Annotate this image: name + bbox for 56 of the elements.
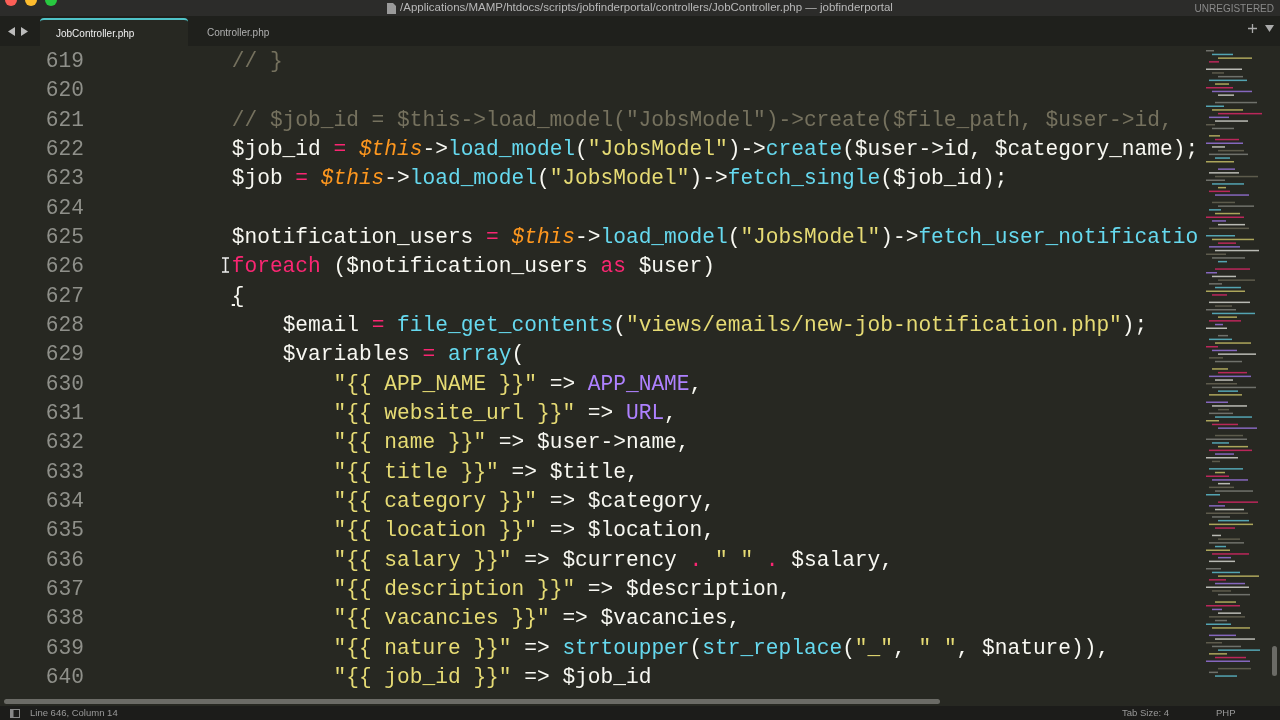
- line-number: 626: [44, 256, 84, 278]
- dropdown-arrow-icon[interactable]: [1265, 25, 1274, 32]
- code-line: "{{ website_url }}" => URL,: [333, 403, 677, 425]
- line-number: 637: [44, 578, 84, 601]
- line-number: 631: [44, 403, 84, 425]
- code-line: "{{ name }}" => $user->name,: [333, 432, 690, 454]
- back-arrow-icon[interactable]: [8, 26, 15, 36]
- line-number: 623: [44, 168, 84, 190]
- line-number: 629: [44, 344, 84, 366]
- code-line: "{{ title }}" => $title,: [333, 461, 639, 483]
- code-line: "{{ vacancies }}" => $vacancies,: [333, 608, 741, 630]
- code-line: "{{ APP_NAME }}" => APP_NAME,: [333, 373, 703, 395]
- text-cursor-icon: [221, 257, 230, 273]
- line-number: 632: [44, 432, 84, 454]
- line-number: 622: [44, 139, 84, 161]
- code-line: "{{ salary }}" => $currency . " " . $salary,: [333, 549, 893, 571]
- code-line: $job_id = $this->load_model("JobsModel")->create($user->id, $category_name);: [231, 139, 1199, 161]
- line-number: 628: [44, 315, 84, 337]
- code-line: // }: [231, 51, 283, 73]
- line-number: 636: [44, 549, 84, 571]
- code-line: $variables = array(: [282, 344, 525, 366]
- panel-icon[interactable]: [10, 708, 20, 718]
- code-line: $job = $this->load_model("JobsModel")->fetch_single($job_id);: [231, 168, 1008, 190]
- line-number: 624: [44, 197, 84, 219]
- line-number: 620: [44, 80, 84, 102]
- unregistered-label: UNREGISTERED: [1194, 2, 1274, 16]
- code-line: foreach ($notification_users as $user): [231, 256, 715, 278]
- code-line: // $job_id = $this->load_model("JobsModel")->create($file_path, $user->id,: [231, 109, 1173, 131]
- plus-icon[interactable]: [1248, 24, 1257, 33]
- window-title: /Applications/MAMP/htdocs/scripts/jobfinderportal/controllers/JobController.php — jobfinderportal: [400, 0, 893, 16]
- code-line: $notification_users = $this->load_model("JobsModel")->fetch_user_notificatio: [231, 227, 1199, 249]
- document-icon: [387, 2, 397, 14]
- line-number: 640: [44, 666, 84, 689]
- line-number: 627: [44, 285, 84, 307]
- line-number: 634: [44, 491, 84, 513]
- code-line: $email = file_get_contents("views/emails/new-job-notification.php");: [282, 315, 1148, 337]
- syntax-label[interactable]: PHP: [1216, 705, 1236, 720]
- line-number: 639: [44, 637, 84, 659]
- line-number: 633: [44, 461, 84, 483]
- line-number: 621: [44, 109, 84, 131]
- file-tab[interactable]: Controller.php: [188, 18, 336, 46]
- line-number: 635: [44, 520, 84, 542]
- code-line: "{{ nature }}" => strtoupper(str_replace("_", " ", $nature)),: [333, 637, 1110, 659]
- line-number: 619: [44, 51, 84, 73]
- line-number: 638: [44, 608, 84, 630]
- file-tab[interactable]: JobController.php: [40, 18, 188, 46]
- forward-arrow-icon[interactable]: [21, 26, 28, 36]
- line-number: 630: [44, 373, 84, 395]
- code-line: "{{ category }}" => $category,: [333, 491, 715, 513]
- code-line: "{{ description }}" => $description,: [333, 578, 792, 601]
- code-line: "{{ job_id }}" => $job_id: [333, 666, 652, 689]
- tab-size-label[interactable]: Tab Size: 4: [1122, 705, 1169, 720]
- code-line: "{{ location }}" => $location,: [333, 520, 715, 542]
- line-number: 625: [44, 227, 84, 249]
- code-line: {: [231, 285, 245, 307]
- cursor-position: Line 646, Column 14: [30, 705, 118, 720]
